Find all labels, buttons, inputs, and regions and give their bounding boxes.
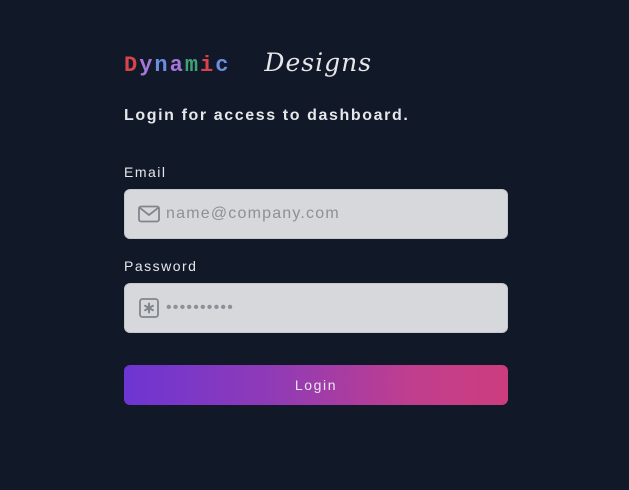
brand-letter: a	[169, 53, 185, 78]
page-heading: Login for access to dashboard.	[124, 107, 410, 124]
brand-letter: c	[215, 53, 231, 78]
brand-logo: Dynamic Designs	[124, 48, 372, 83]
brand-letter: i	[200, 53, 216, 78]
password-field-container[interactable]	[124, 283, 508, 333]
brand-letter: m	[184, 53, 201, 78]
login-page: Dynamic Designs Login for access to dash…	[0, 0, 629, 490]
brand-letter: y	[139, 53, 155, 78]
brand-designs-word: Designs	[264, 48, 373, 77]
brand-dynamic-word: Dynamic	[124, 49, 230, 83]
password-label: Password	[124, 258, 198, 274]
brand-letter: n	[154, 53, 170, 78]
asterisk-box-icon	[138, 297, 160, 319]
email-field-container[interactable]	[124, 189, 508, 239]
email-input[interactable]	[160, 189, 507, 239]
mail-icon	[138, 203, 160, 225]
email-label: Email	[124, 164, 167, 180]
brand-letter: D	[124, 53, 140, 78]
password-input[interactable]	[160, 283, 507, 333]
login-button[interactable]: Login	[124, 365, 508, 405]
